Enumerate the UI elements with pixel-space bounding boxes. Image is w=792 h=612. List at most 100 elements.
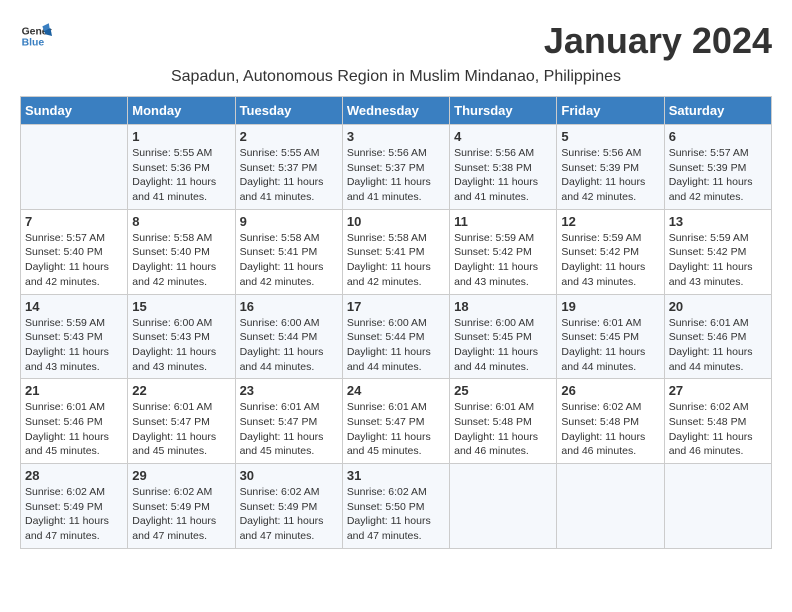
- day-number: 20: [669, 299, 767, 314]
- weekday-header-saturday: Saturday: [664, 97, 771, 125]
- svg-text:Blue: Blue: [22, 38, 45, 49]
- calendar-week-3: 14 Sunrise: 5:59 AMSunset: 5:43 PMDayligh…: [21, 294, 772, 379]
- day-info: Sunrise: 5:59 AMSunset: 5:42 PMDaylight:…: [561, 231, 659, 290]
- day-number: 29: [132, 468, 230, 483]
- day-info: Sunrise: 5:58 AMSunset: 5:41 PMDaylight:…: [347, 231, 445, 290]
- calendar-cell: 25 Sunrise: 6:01 AMSunset: 5:48 PMDayligh…: [450, 379, 557, 464]
- calendar-cell: 4 Sunrise: 5:56 AMSunset: 5:38 PMDaylight…: [450, 125, 557, 210]
- day-number: 13: [669, 214, 767, 229]
- day-info: Sunrise: 5:59 AMSunset: 5:43 PMDaylight:…: [25, 316, 123, 375]
- day-number: 24: [347, 383, 445, 398]
- day-info: Sunrise: 6:01 AMSunset: 5:47 PMDaylight:…: [347, 400, 445, 459]
- calendar-cell: 12 Sunrise: 5:59 AMSunset: 5:42 PMDayligh…: [557, 209, 664, 294]
- calendar-cell: 9 Sunrise: 5:58 AMSunset: 5:41 PMDaylight…: [235, 209, 342, 294]
- calendar-week-5: 28 Sunrise: 6:02 AMSunset: 5:49 PMDayligh…: [21, 464, 772, 549]
- calendar-cell: 5Sunrise: 5:56 AMSunset: 5:39 PMDaylight…: [557, 125, 664, 210]
- day-number: 19: [561, 299, 659, 314]
- calendar-cell: 14 Sunrise: 5:59 AMSunset: 5:43 PMDayligh…: [21, 294, 128, 379]
- day-info: Sunrise: 6:00 AMSunset: 5:44 PMDaylight:…: [347, 316, 445, 375]
- subtitle: Sapadun, Autonomous Region in Muslim Min…: [20, 68, 772, 86]
- day-info: Sunrise: 5:55 AMSunset: 5:37 PMDaylight:…: [240, 146, 338, 205]
- day-number: 10: [347, 214, 445, 229]
- day-number: 9: [240, 214, 338, 229]
- day-info: Sunrise: 5:58 AMSunset: 5:41 PMDaylight:…: [240, 231, 338, 290]
- day-number: 16: [240, 299, 338, 314]
- day-info: Sunrise: 6:01 AMSunset: 5:46 PMDaylight:…: [669, 316, 767, 375]
- calendar-table: SundayMondayTuesdayWednesdayThursdayFrid…: [20, 96, 772, 549]
- calendar-cell: 18Sunrise: 6:00 AMSunset: 5:45 PMDayligh…: [450, 294, 557, 379]
- calendar-cell: 3 Sunrise: 5:56 AMSunset: 5:37 PMDaylight…: [342, 125, 449, 210]
- day-info: Sunrise: 6:02 AMSunset: 5:48 PMDaylight:…: [669, 400, 767, 459]
- day-info: Sunrise: 5:57 AMSunset: 5:40 PMDaylight:…: [25, 231, 123, 290]
- day-info: Sunrise: 6:00 AMSunset: 5:45 PMDaylight:…: [454, 316, 552, 375]
- day-number: 11: [454, 214, 552, 229]
- day-number: 1: [132, 129, 230, 144]
- page-header: General Blue January 2024: [20, 20, 772, 62]
- day-info: Sunrise: 6:02 AMSunset: 5:49 PMDaylight:…: [25, 485, 123, 544]
- day-info: Sunrise: 5:56 AMSunset: 5:37 PMDaylight:…: [347, 146, 445, 205]
- day-number: 27: [669, 383, 767, 398]
- calendar-cell: 6Sunrise: 5:57 AMSunset: 5:39 PMDaylight…: [664, 125, 771, 210]
- day-number: 2: [240, 129, 338, 144]
- calendar-cell: 7 Sunrise: 5:57 AMSunset: 5:40 PMDaylight…: [21, 209, 128, 294]
- day-info: Sunrise: 6:01 AMSunset: 5:47 PMDaylight:…: [132, 400, 230, 459]
- day-number: 4: [454, 129, 552, 144]
- day-number: 23: [240, 383, 338, 398]
- day-info: Sunrise: 5:58 AMSunset: 5:40 PMDaylight:…: [132, 231, 230, 290]
- day-info: Sunrise: 6:01 AMSunset: 5:45 PMDaylight:…: [561, 316, 659, 375]
- day-info: Sunrise: 6:02 AMSunset: 5:50 PMDaylight:…: [347, 485, 445, 544]
- day-number: 25: [454, 383, 552, 398]
- weekday-header-friday: Friday: [557, 97, 664, 125]
- day-number: 30: [240, 468, 338, 483]
- calendar-cell: 22 Sunrise: 6:01 AMSunset: 5:47 PMDayligh…: [128, 379, 235, 464]
- day-number: 6: [669, 129, 767, 144]
- day-number: 26: [561, 383, 659, 398]
- calendar-cell: 31Sunrise: 6:02 AMSunset: 5:50 PMDayligh…: [342, 464, 449, 549]
- day-info: Sunrise: 6:00 AMSunset: 5:43 PMDaylight:…: [132, 316, 230, 375]
- day-number: 22: [132, 383, 230, 398]
- weekday-header-tuesday: Tuesday: [235, 97, 342, 125]
- calendar-week-2: 7 Sunrise: 5:57 AMSunset: 5:40 PMDaylight…: [21, 209, 772, 294]
- calendar-cell: 29Sunrise: 6:02 AMSunset: 5:49 PMDayligh…: [128, 464, 235, 549]
- calendar-cell: [21, 125, 128, 210]
- day-number: 28: [25, 468, 123, 483]
- calendar-cell: [664, 464, 771, 549]
- day-info: Sunrise: 5:56 AMSunset: 5:38 PMDaylight:…: [454, 146, 552, 205]
- calendar-cell: 20 Sunrise: 6:01 AMSunset: 5:46 PMDayligh…: [664, 294, 771, 379]
- day-info: Sunrise: 6:01 AMSunset: 5:46 PMDaylight:…: [25, 400, 123, 459]
- day-number: 21: [25, 383, 123, 398]
- calendar-week-1: 1Sunrise: 5:55 AMSunset: 5:36 PMDaylight…: [21, 125, 772, 210]
- calendar-cell: 17 Sunrise: 6:00 AMSunset: 5:44 PMDayligh…: [342, 294, 449, 379]
- calendar-cell: 16Sunrise: 6:00 AMSunset: 5:44 PMDayligh…: [235, 294, 342, 379]
- calendar-cell: 13 Sunrise: 5:59 AMSunset: 5:42 PMDayligh…: [664, 209, 771, 294]
- day-number: 15: [132, 299, 230, 314]
- day-info: Sunrise: 6:02 AMSunset: 5:49 PMDaylight:…: [240, 485, 338, 544]
- calendar-cell: 10 Sunrise: 5:58 AMSunset: 5:41 PMDayligh…: [342, 209, 449, 294]
- logo: General Blue: [20, 20, 52, 52]
- calendar-cell: 27 Sunrise: 6:02 AMSunset: 5:48 PMDayligh…: [664, 379, 771, 464]
- calendar-cell: [557, 464, 664, 549]
- day-number: 14: [25, 299, 123, 314]
- day-number: 3: [347, 129, 445, 144]
- calendar-cell: 26 Sunrise: 6:02 AMSunset: 5:48 PMDayligh…: [557, 379, 664, 464]
- weekday-header-sunday: Sunday: [21, 97, 128, 125]
- day-info: Sunrise: 6:01 AMSunset: 5:47 PMDaylight:…: [240, 400, 338, 459]
- logo-icon: General Blue: [20, 20, 52, 52]
- day-info: Sunrise: 5:59 AMSunset: 5:42 PMDaylight:…: [669, 231, 767, 290]
- calendar-cell: 2 Sunrise: 5:55 AMSunset: 5:37 PMDaylight…: [235, 125, 342, 210]
- day-number: 17: [347, 299, 445, 314]
- calendar-cell: 8 Sunrise: 5:58 AMSunset: 5:40 PMDaylight…: [128, 209, 235, 294]
- day-number: 8: [132, 214, 230, 229]
- day-info: Sunrise: 6:02 AMSunset: 5:48 PMDaylight:…: [561, 400, 659, 459]
- weekday-header-monday: Monday: [128, 97, 235, 125]
- weekday-header-row: SundayMondayTuesdayWednesdayThursdayFrid…: [21, 97, 772, 125]
- day-info: Sunrise: 6:01 AMSunset: 5:48 PMDaylight:…: [454, 400, 552, 459]
- calendar-cell: 1Sunrise: 5:55 AMSunset: 5:36 PMDaylight…: [128, 125, 235, 210]
- day-number: 7: [25, 214, 123, 229]
- day-number: 12: [561, 214, 659, 229]
- calendar-cell: 21 Sunrise: 6:01 AMSunset: 5:46 PMDayligh…: [21, 379, 128, 464]
- calendar-cell: 30 Sunrise: 6:02 AMSunset: 5:49 PMDayligh…: [235, 464, 342, 549]
- calendar-cell: 23 Sunrise: 6:01 AMSunset: 5:47 PMDayligh…: [235, 379, 342, 464]
- calendar-cell: 19 Sunrise: 6:01 AMSunset: 5:45 PMDayligh…: [557, 294, 664, 379]
- month-title: January 2024: [544, 20, 772, 62]
